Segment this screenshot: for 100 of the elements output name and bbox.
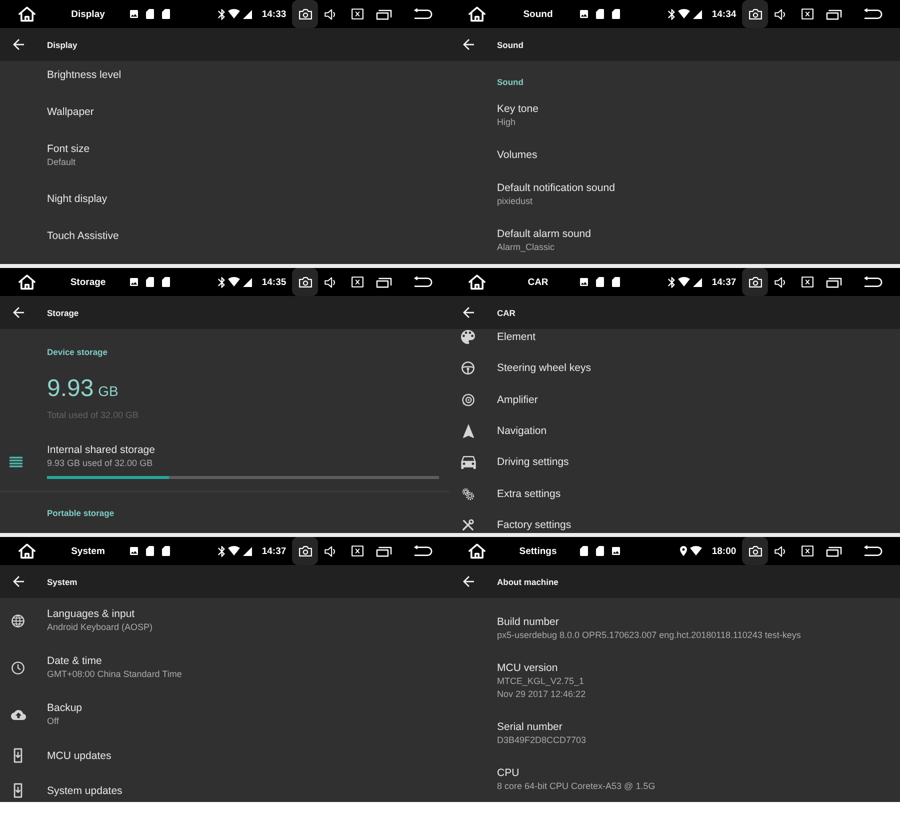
steering-wheel-icon (461, 361, 475, 376)
close-button[interactable] (351, 276, 364, 288)
setting-title[interactable]: Touch Assistive (47, 229, 119, 243)
back-arrow-button[interactable] (463, 307, 474, 318)
setting-title[interactable]: Element (497, 330, 536, 344)
recent-apps-button[interactable] (376, 276, 392, 288)
status-time: 14:37 (262, 546, 286, 556)
back-button[interactable] (863, 8, 883, 20)
setting-title[interactable]: Steering wheel keys (497, 361, 591, 376)
section-header: Sound (497, 76, 524, 88)
back-button[interactable] (863, 276, 883, 288)
close-icon (351, 276, 364, 288)
setting-title[interactable]: MCU updates (47, 748, 112, 762)
setting-title[interactable]: Key tone (497, 102, 538, 116)
back-arrow-button[interactable] (13, 307, 24, 318)
setting-title[interactable]: System updates (47, 784, 122, 798)
volume-icon (324, 8, 338, 20)
back-icon (413, 276, 433, 288)
setting-title[interactable]: Serial number (497, 720, 562, 734)
camera-button[interactable] (292, 0, 318, 28)
bluetooth-icon (218, 8, 225, 20)
status-bar-title: CAR (528, 276, 548, 288)
home-button[interactable] (17, 274, 37, 290)
storage-volume-summary: 9.93 GB used of 32.00 GB (47, 457, 153, 470)
speaker-icon (461, 392, 475, 407)
setting-title[interactable]: Amplifier (497, 392, 538, 407)
app-bar-title: Sound (497, 40, 524, 50)
status-bar-title: Settings (519, 546, 557, 556)
back-button[interactable] (413, 276, 433, 288)
setting-summary: High (497, 116, 516, 129)
volume-button[interactable] (774, 544, 788, 558)
setting-title[interactable]: Factory settings (497, 518, 572, 532)
setting-summary: Alarm_Classic (497, 241, 555, 254)
close-button[interactable] (351, 545, 364, 557)
setting-title[interactable]: Navigation (497, 424, 547, 438)
volume-button[interactable] (774, 8, 788, 20)
home-button[interactable] (467, 274, 487, 290)
camera-button[interactable] (742, 268, 768, 296)
close-button[interactable] (801, 8, 814, 20)
setting-title[interactable]: Languages & input (47, 607, 135, 621)
setting-title[interactable]: Build number (497, 615, 559, 629)
back-button[interactable] (413, 545, 433, 557)
home-button[interactable] (467, 543, 487, 559)
camera-button[interactable] (292, 537, 318, 565)
close-button[interactable] (801, 276, 814, 288)
camera-icon (298, 544, 312, 558)
recent-apps-button[interactable] (376, 8, 392, 20)
recent-apps-button[interactable] (826, 276, 842, 288)
home-button[interactable] (467, 6, 487, 22)
setting-title[interactable]: Default notification sound (497, 181, 615, 195)
home-icon (467, 543, 487, 559)
back-icon (863, 276, 883, 288)
close-button[interactable] (351, 8, 364, 20)
signal-icon (693, 10, 702, 18)
volume-button[interactable] (324, 276, 338, 288)
storage-used-amount: 9.93 GB (47, 375, 118, 404)
camera-button[interactable] (742, 537, 768, 565)
close-button[interactable] (801, 545, 814, 557)
wifi-icon (228, 9, 240, 19)
camera-button[interactable] (742, 0, 768, 28)
volume-button[interactable] (324, 544, 338, 558)
camera-button[interactable] (292, 268, 318, 296)
setting-title[interactable]: Backup (47, 701, 82, 715)
section-header: Device storage (47, 346, 108, 358)
setting-title[interactable]: CPU (497, 766, 520, 780)
back-arrow-button[interactable] (13, 39, 24, 50)
storage-volume-title[interactable]: Internal shared storage (47, 443, 155, 457)
setting-title[interactable]: Brightness level (47, 68, 122, 82)
camera-icon (298, 8, 312, 20)
image-icon (612, 547, 620, 555)
setting-summary: px5-userdebug 8.0.0 OPR5.170623.007 eng.hct.20180118.110243 test-keys (497, 629, 801, 642)
setting-title[interactable]: MCU version (497, 661, 558, 675)
home-button[interactable] (17, 6, 37, 22)
setting-title[interactable]: Driving settings (497, 455, 569, 470)
back-arrow-button[interactable] (463, 576, 474, 587)
status-time: 14:33 (262, 8, 286, 20)
back-arrow-button[interactable] (463, 39, 474, 50)
setting-title[interactable]: Default alarm sound (497, 227, 591, 241)
setting-title[interactable]: Volumes (497, 148, 538, 162)
back-arrow-icon (13, 307, 24, 318)
recent-apps-icon (376, 8, 392, 20)
recent-apps-button[interactable] (826, 8, 842, 20)
location-pin-icon (680, 546, 687, 556)
recent-apps-button[interactable] (826, 546, 842, 556)
volume-button[interactable] (774, 276, 788, 288)
setting-title[interactable]: Font size (47, 142, 90, 156)
setting-title[interactable]: Date & time (47, 654, 102, 668)
camera-icon (748, 544, 762, 558)
volume-button[interactable] (324, 8, 338, 20)
phone-download-icon (13, 783, 23, 798)
setting-title[interactable]: Night display (47, 192, 108, 206)
setting-title[interactable]: Wallpaper (47, 105, 94, 119)
close-icon (351, 8, 364, 20)
home-button[interactable] (17, 543, 37, 559)
recent-apps-button[interactable] (376, 546, 392, 556)
status-bar-title: Sound (523, 8, 553, 20)
back-arrow-button[interactable] (13, 576, 24, 587)
back-button[interactable] (863, 545, 883, 557)
back-button[interactable] (413, 8, 433, 20)
setting-title[interactable]: Extra settings (497, 486, 561, 501)
